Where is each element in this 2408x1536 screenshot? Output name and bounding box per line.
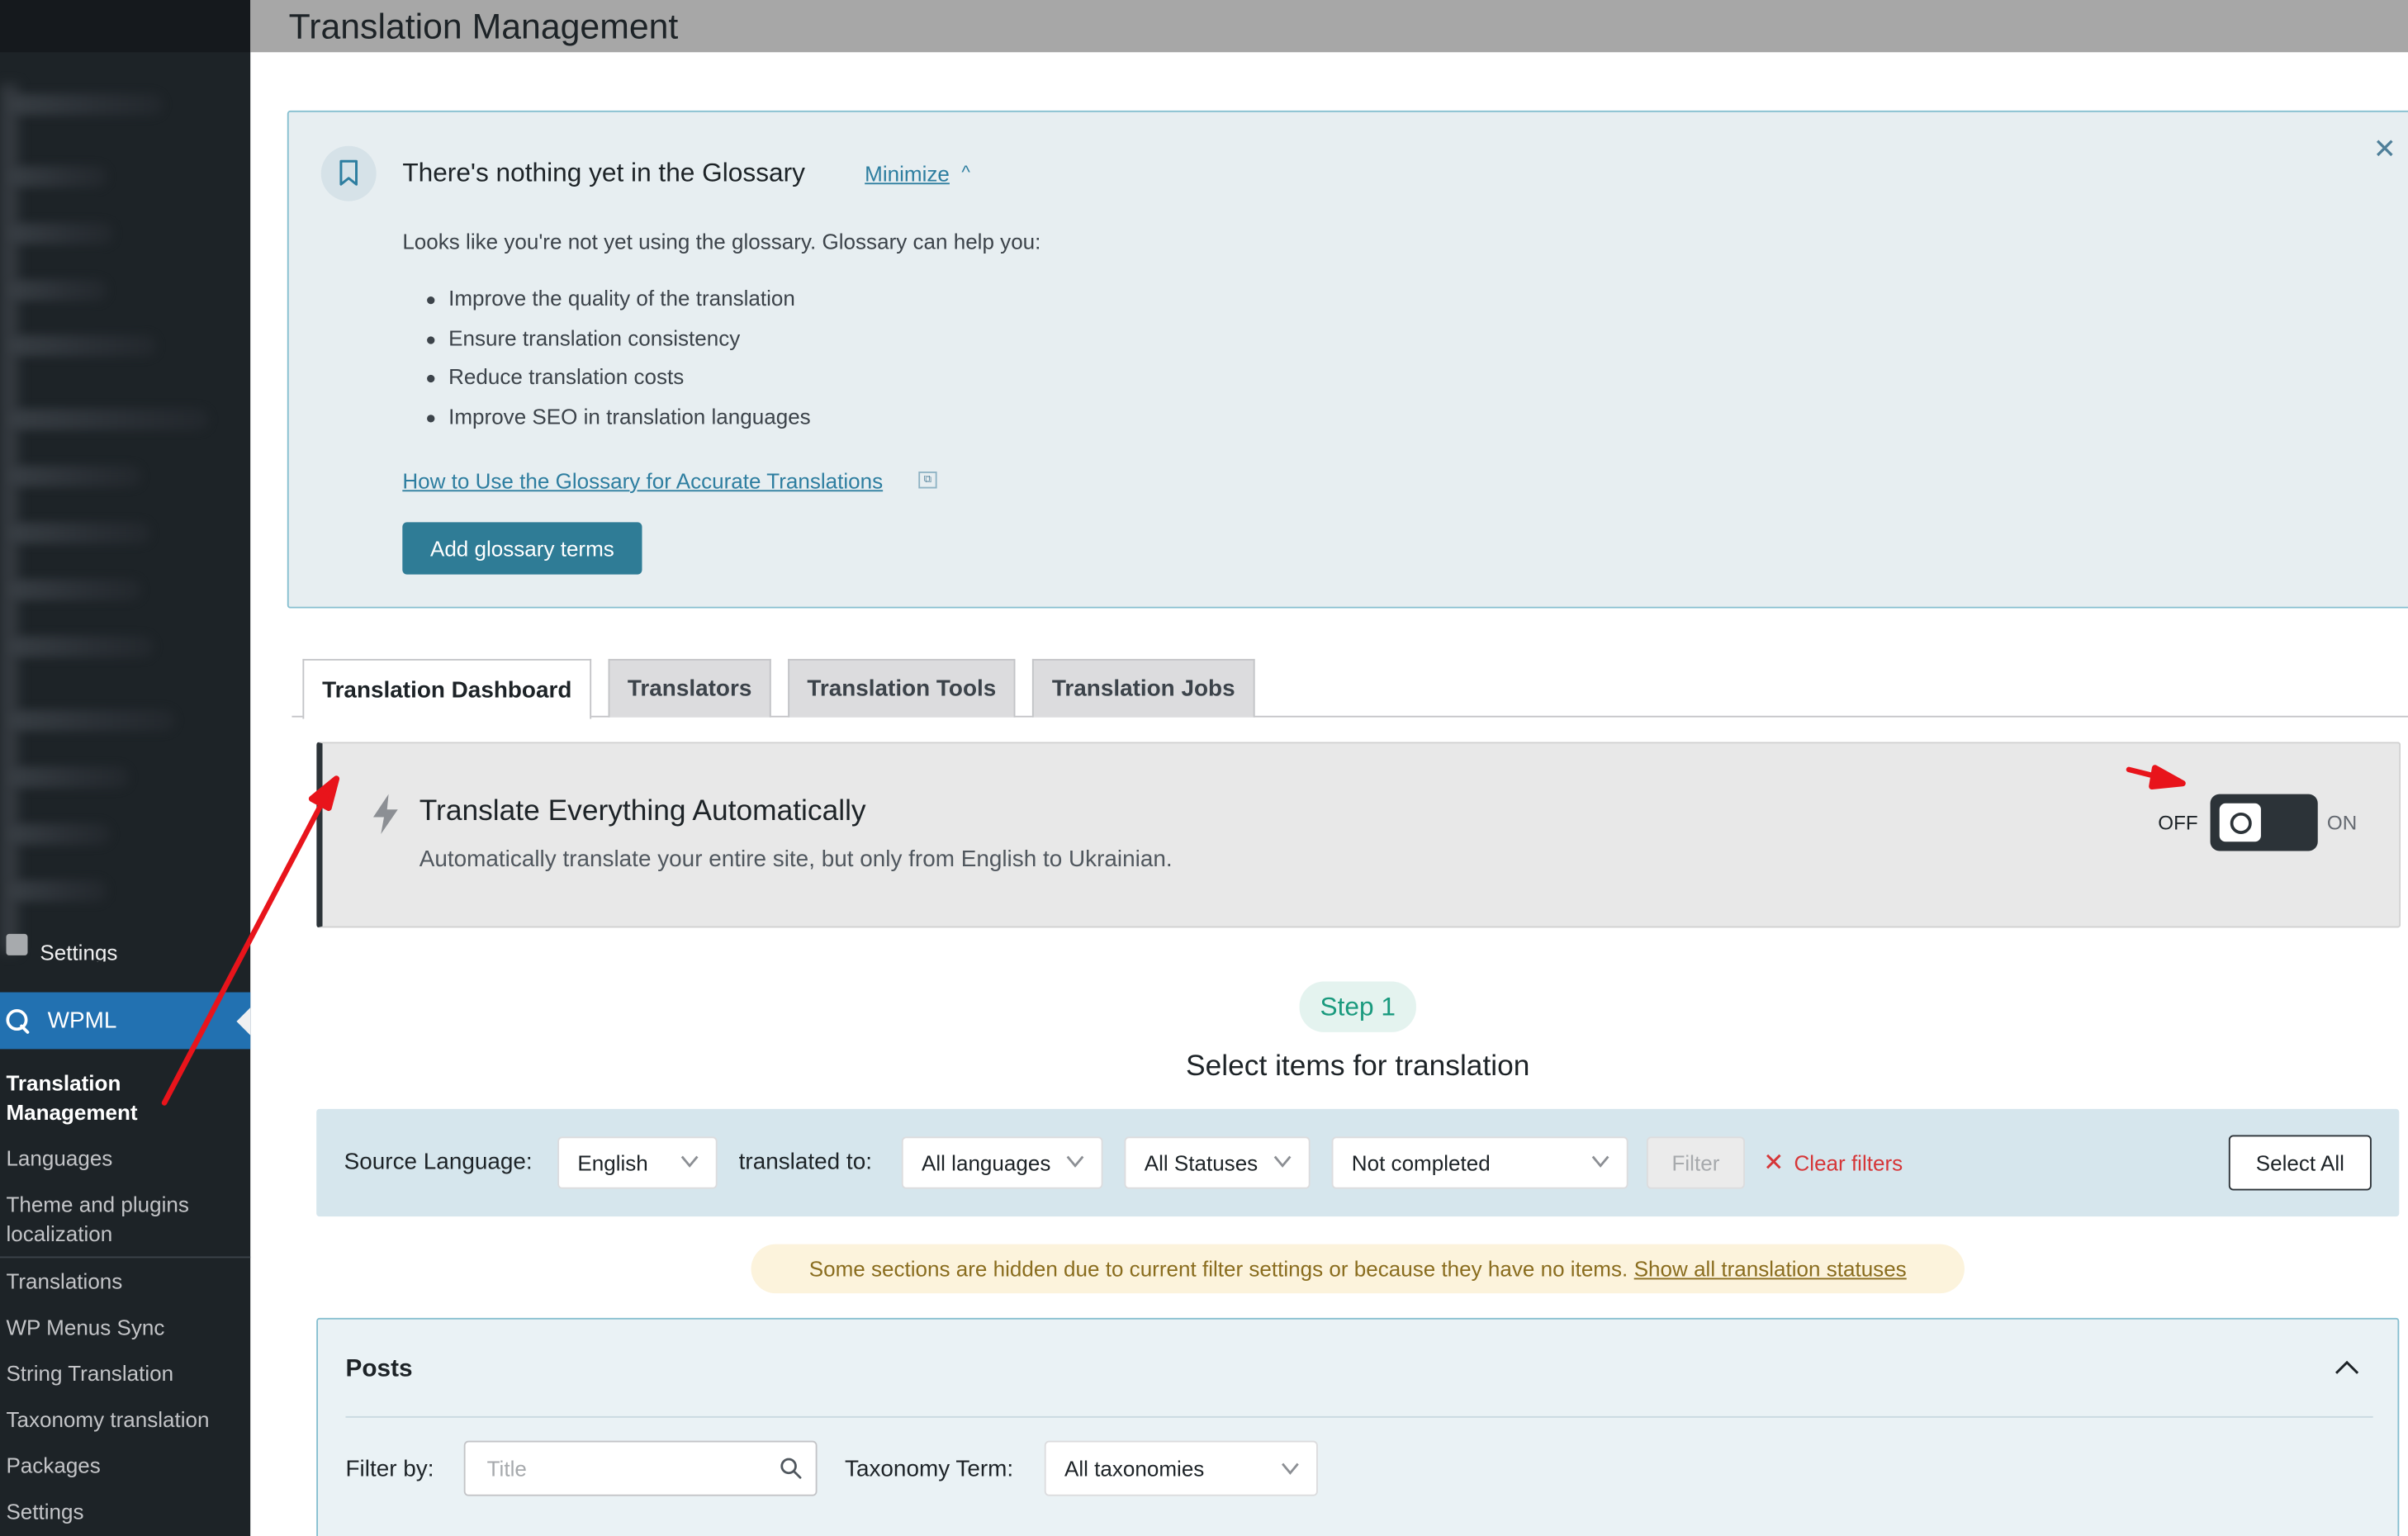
taxonomy-value: All taxonomies <box>1064 1456 1205 1481</box>
close-icon[interactable]: ✕ <box>2373 134 2396 166</box>
blurred-menu-item[interactable] <box>9 334 157 357</box>
posts-section: Posts Filter by: Title Taxonomy Term: Al… <box>316 1317 2400 1536</box>
submenu-theme-plugins-localization[interactable]: Theme and plugins localization <box>0 1181 251 1259</box>
blurred-menu-item[interactable] <box>9 222 114 244</box>
settings-icon <box>6 934 28 956</box>
glossary-benefits-list: Improve the quality of the translation E… <box>427 286 811 443</box>
toggle-on-label: ON <box>2326 811 2358 834</box>
blurred-menu-item[interactable] <box>9 709 176 732</box>
tab-translation-jobs[interactable]: Translation Jobs <box>1031 658 1255 718</box>
submenu-wp-menus-sync[interactable]: WP Menus Sync <box>0 1304 250 1350</box>
blurred-menu-item[interactable] <box>9 165 108 187</box>
translate-everything-title: Translate Everything Automatically <box>419 795 866 828</box>
add-glossary-terms-button[interactable]: Add glossary terms <box>402 522 642 575</box>
external-link-icon[interactable]: ⧉ <box>918 472 937 489</box>
taxonomy-term-label: Taxonomy Term: <box>845 1456 1014 1482</box>
filter-by-label: Filter by: <box>345 1456 434 1482</box>
blurred-menu-item[interactable] <box>9 823 111 845</box>
close-icon[interactable]: ✕ <box>1763 1147 1784 1178</box>
blurred-menu-item[interactable] <box>9 636 154 658</box>
submenu-languages[interactable]: Languages <box>0 1135 250 1182</box>
wpml-icon <box>6 1008 30 1033</box>
chevron-down-icon <box>1273 1155 1292 1168</box>
step-title: Select items for translation <box>1186 1050 1530 1083</box>
target-language-select[interactable]: All languages <box>901 1136 1103 1189</box>
bookmark-icon <box>320 145 377 201</box>
taxonomy-select[interactable]: All taxonomies <box>1044 1440 1318 1496</box>
blurred-menu-item[interactable] <box>9 879 108 902</box>
sidebar-top <box>0 0 251 53</box>
show-all-statuses-link[interactable]: Show all translation statuses <box>1634 1256 1907 1281</box>
submenu-settings[interactable]: Settings <box>0 1488 250 1534</box>
translate-everything-toggle[interactable] <box>2210 794 2318 851</box>
status-value: All Statuses <box>1144 1150 1259 1175</box>
filter-notice: Some sections are hidden due to current … <box>751 1244 1965 1294</box>
blurred-menu-item[interactable] <box>9 93 164 116</box>
translate-everything-card: Translate Everything Automatically Autom… <box>316 742 2401 928</box>
wpml-submenu: Translation Management Languages Theme a… <box>0 1049 251 1534</box>
submenu-translations[interactable]: Translations <box>0 1258 250 1304</box>
list-item: Improve the quality of the translation <box>427 286 811 325</box>
blurred-menu-item[interactable] <box>9 766 130 789</box>
chevron-down-icon <box>680 1155 699 1168</box>
active-menu-notch <box>236 1007 251 1036</box>
completion-value: Not completed <box>1351 1150 1491 1175</box>
source-language-label: Source Language: <box>344 1149 533 1175</box>
tab-translation-dashboard[interactable]: Translation Dashboard <box>302 658 592 719</box>
toggle-ring-icon <box>2229 812 2251 834</box>
tab-translation-tools[interactable]: Translation Tools <box>788 658 1016 718</box>
target-language-value: All languages <box>922 1150 1051 1175</box>
sidebar-item-wpml[interactable]: WPML <box>0 992 251 1050</box>
glossary-notice: There's nothing yet in the Glossary Mini… <box>287 110 2408 609</box>
chevron-down-icon <box>1066 1155 1084 1168</box>
blurred-menu-item[interactable] <box>9 522 151 544</box>
translate-everything-subtitle: Automatically translate your entire site… <box>419 846 1173 873</box>
blurred-menu-item[interactable] <box>9 579 142 601</box>
lightning-icon <box>372 794 398 834</box>
blurred-menu-icons <box>0 84 19 953</box>
select-all-button[interactable]: Select All <box>2228 1135 2372 1191</box>
source-language-select[interactable]: English <box>557 1136 718 1189</box>
glossary-description: Looks like you're not yet using the glos… <box>402 229 1041 254</box>
status-select[interactable]: All Statuses <box>1124 1136 1311 1189</box>
minimize-link[interactable]: Minimize <box>865 161 950 186</box>
source-language-value: English <box>577 1150 648 1175</box>
translated-to-label: translated to: <box>738 1149 872 1175</box>
blurred-menu-item[interactable] <box>9 465 142 487</box>
list-item: Reduce translation costs <box>427 364 811 404</box>
notice-text: Some sections are hidden due to current … <box>808 1256 1628 1282</box>
page-header: Translation Management <box>250 0 2408 53</box>
chevron-up-icon[interactable] <box>2333 1356 2360 1377</box>
clear-filters-link[interactable]: Clear filters <box>1794 1150 1903 1175</box>
submenu-taxonomy-translation[interactable]: Taxonomy translation <box>0 1396 250 1443</box>
search-icon[interactable] <box>779 1456 803 1481</box>
blurred-menu-item[interactable] <box>9 279 108 301</box>
completion-select[interactable]: Not completed <box>1331 1136 1628 1189</box>
admin-sidebar: Settings WPML Translation Management Lan… <box>0 0 251 1536</box>
submenu-packages[interactable]: Packages <box>0 1443 250 1489</box>
glossary-title: There's nothing yet in the Glossary <box>402 158 805 187</box>
step-badge: Step 1 <box>1299 981 1416 1032</box>
chevron-up-icon[interactable]: ^ <box>961 161 969 183</box>
posts-section-title: Posts <box>345 1356 413 1382</box>
tab-translators[interactable]: Translators <box>608 658 771 718</box>
page-title: Translation Management <box>288 6 679 46</box>
toggle-knob <box>2219 803 2261 842</box>
glossary-help-link[interactable]: How to Use the Glossary for Accurate Tra… <box>402 468 883 493</box>
sidebar-item-wpml-label: WPML <box>47 1007 117 1034</box>
divider <box>345 1415 2373 1418</box>
chevron-down-icon <box>1282 1463 1299 1475</box>
title-search-input[interactable]: Title <box>463 1440 818 1496</box>
blurred-menu-item[interactable] <box>9 408 209 430</box>
list-item: Improve SEO in translation languages <box>427 404 811 443</box>
filter-bar: Source Language: English translated to: … <box>316 1108 2400 1217</box>
title-search-placeholder: Title <box>486 1456 527 1481</box>
chevron-down-icon <box>1591 1155 1609 1168</box>
toggle-off-label: OFF <box>2158 811 2198 834</box>
submenu-string-translation[interactable]: String Translation <box>0 1350 250 1396</box>
sidebar-item-settings-partial[interactable]: Settings <box>6 931 236 961</box>
filter-button[interactable]: Filter <box>1646 1136 1745 1189</box>
list-item: Ensure translation consistency <box>427 325 811 365</box>
